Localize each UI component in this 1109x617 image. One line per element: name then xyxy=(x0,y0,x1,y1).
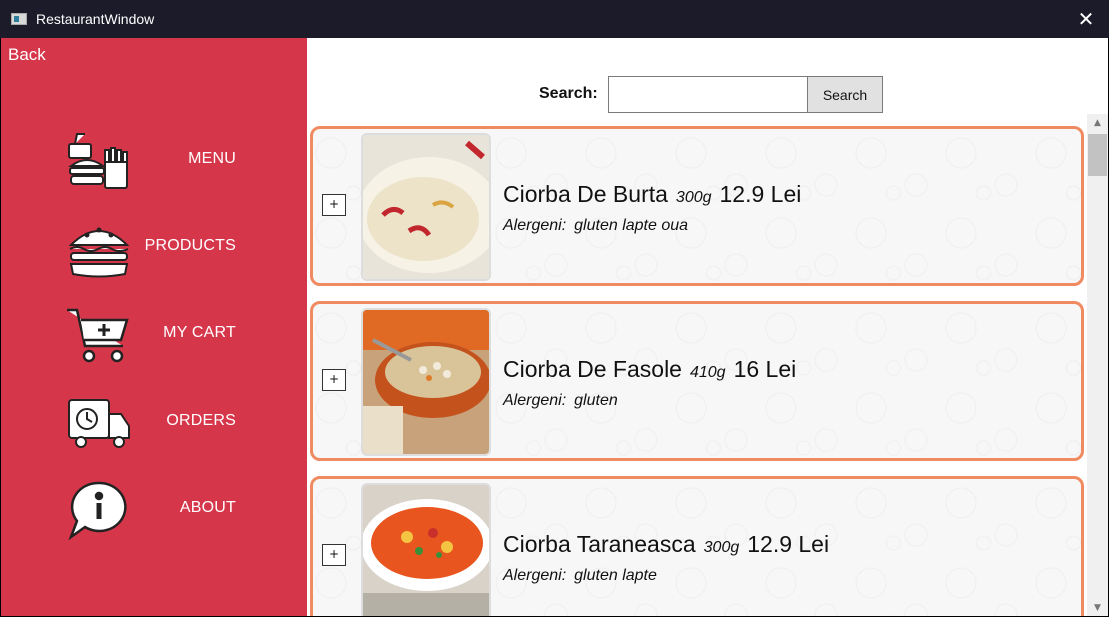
allergens-label: Alergeni: xyxy=(503,567,567,584)
cart-icon xyxy=(67,308,129,363)
add-to-cart-button[interactable]: + xyxy=(322,369,346,391)
window-title: RestaurantWindow xyxy=(36,11,155,27)
product-card: + Ciorba Taraneasca 300g 12.9 Lei Alerge… xyxy=(310,476,1084,616)
product-title: Ciorba De Burta 300g 12.9 Lei xyxy=(503,181,801,208)
search-label: Search: xyxy=(539,85,598,102)
product-allergens: Alergeni: gluten xyxy=(503,392,618,410)
sidebar-item-menu[interactable]: MENU xyxy=(1,122,307,202)
sidebar-item-orders[interactable]: ORDERS xyxy=(1,384,307,464)
product-weight: 410g xyxy=(689,364,726,381)
sidebar: Back MENU PRODUCTS MY CART ORDERS ABOUT xyxy=(1,38,307,616)
product-title: Ciorba Taraneasca 300g 12.9 Lei xyxy=(503,531,829,558)
search-bar: Search: Search xyxy=(307,76,1108,113)
allergens-list: gluten lapte xyxy=(574,567,657,584)
product-image xyxy=(361,308,491,456)
product-name: Ciorba De Fasole xyxy=(503,356,682,382)
scroll-thumb[interactable] xyxy=(1088,134,1107,176)
scroll-down-arrow-icon[interactable]: ▼ xyxy=(1087,599,1108,616)
add-to-cart-button[interactable]: + xyxy=(322,544,346,566)
fast-food-icon xyxy=(67,133,128,189)
sidebar-item-label: PRODUCTS xyxy=(144,237,236,254)
vertical-scrollbar[interactable]: ▲ ▼ xyxy=(1087,114,1108,616)
search-input[interactable] xyxy=(608,76,808,113)
add-to-cart-button[interactable]: + xyxy=(322,194,346,216)
app-window-icon xyxy=(11,13,27,25)
main-panel: Search: Search + Ciorba De Burta 300g 12.9… xyxy=(307,38,1108,616)
product-weight: 300g xyxy=(675,189,712,206)
delivery-truck-icon xyxy=(68,399,130,448)
allergens-label: Alergeni: xyxy=(503,392,567,409)
product-title: Ciorba De Fasole 410g 16 Lei xyxy=(503,356,796,383)
back-link[interactable]: Back xyxy=(8,45,46,65)
allergens-list: gluten lapte oua xyxy=(574,217,689,234)
product-allergens: Alergeni: gluten lapte xyxy=(503,567,657,585)
product-price: 12.9 Lei xyxy=(719,181,802,207)
sidebar-item-label: MY CART xyxy=(163,324,236,341)
product-allergens: Alergeni: gluten lapte oua xyxy=(503,217,688,235)
sidebar-item-label: ABOUT xyxy=(179,499,236,516)
close-button[interactable]: ✕ xyxy=(1063,0,1109,38)
product-weight: 300g xyxy=(703,539,740,556)
product-image xyxy=(361,133,491,281)
product-list: + Ciorba De Burta 300g 12.9 Lei Alergeni: g… xyxy=(307,126,1087,616)
product-image xyxy=(361,483,491,616)
allergens-label: Alergeni: xyxy=(503,217,567,234)
title-bar: RestaurantWindow ✕ xyxy=(0,0,1109,38)
product-price: 12.9 Lei xyxy=(747,531,830,557)
search-button[interactable]: Search xyxy=(807,76,883,113)
allergens-list: gluten xyxy=(574,392,618,409)
sidebar-item-products[interactable]: PRODUCTS xyxy=(1,209,307,289)
product-name: Ciorba De Burta xyxy=(503,181,668,207)
product-price: 16 Lei xyxy=(733,356,797,382)
sidebar-item-my-cart[interactable]: MY CART xyxy=(1,296,307,376)
product-card: + Ciorba De Burta 300g 12.9 Lei Alergeni: g… xyxy=(310,126,1084,286)
product-name: Ciorba Taraneasca xyxy=(503,531,696,557)
sidebar-item-label: ORDERS xyxy=(166,412,236,429)
sidebar-item-label: MENU xyxy=(188,150,236,167)
scroll-up-arrow-icon[interactable]: ▲ xyxy=(1087,114,1108,131)
burger-icon xyxy=(68,227,130,278)
info-bubble-icon xyxy=(68,481,127,541)
sidebar-item-about[interactable]: ABOUT xyxy=(1,471,307,551)
product-card: + Ciorba De Fasole 410g 16 Lei Alergeni:… xyxy=(310,301,1084,461)
